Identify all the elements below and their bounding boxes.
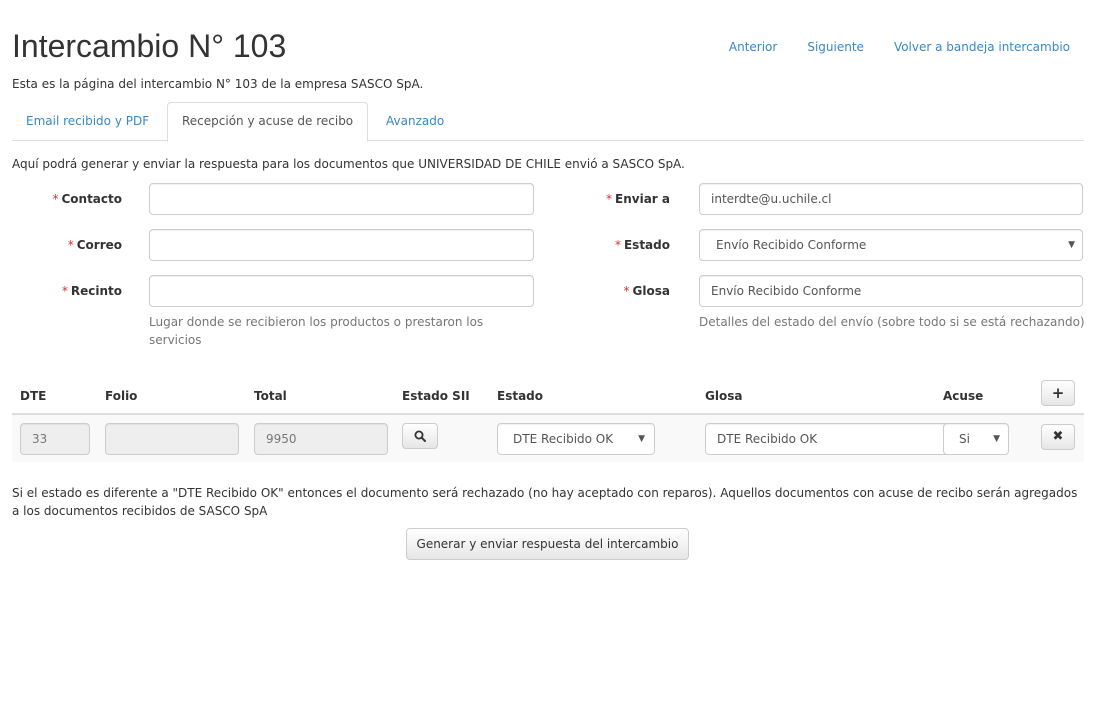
estado-select-value: Envío Recibido Conforme bbox=[716, 238, 867, 252]
times-icon: ✖ bbox=[1052, 429, 1064, 444]
col-glosa: Glosa bbox=[705, 389, 743, 403]
recinto-input[interactable] bbox=[149, 275, 534, 307]
row-dte-input: 33 bbox=[20, 423, 90, 455]
required-marker: * bbox=[61, 284, 68, 298]
estado-label-text: Estado bbox=[623, 238, 670, 252]
glosa-label-text: Glosa bbox=[632, 284, 670, 298]
caret-down-icon: ▼ bbox=[1068, 240, 1075, 250]
correo-input[interactable] bbox=[149, 229, 534, 261]
required-marker: * bbox=[623, 284, 630, 298]
page-title: Intercambio N° 103 bbox=[12, 28, 287, 64]
page: Intercambio N° 103 Anterior Siguiente Vo… bbox=[12, 0, 1085, 720]
required-marker: * bbox=[606, 192, 613, 206]
caret-down-icon: ▼ bbox=[638, 434, 645, 444]
recinto-label-text: Recinto bbox=[70, 284, 122, 298]
caret-down-icon: ▼ bbox=[993, 434, 1000, 444]
table-row: 33 9950 DTE Recibido OK ▼ DTE Recibido O… bbox=[12, 415, 1084, 462]
row-total-input: 9950 bbox=[254, 423, 388, 455]
row-folio-input bbox=[105, 423, 239, 455]
estado-label: * Estado bbox=[560, 229, 670, 261]
tab-bar: Email recibido y PDF Recepción y acuse d… bbox=[12, 102, 1084, 142]
plus-icon: + bbox=[1051, 384, 1065, 402]
page-subtitle: Esta es la página del intercambio N° 103… bbox=[12, 77, 424, 91]
enviar-a-label: * Enviar a bbox=[560, 183, 670, 215]
correo-label-text: Correo bbox=[76, 238, 122, 252]
required-marker: * bbox=[52, 192, 59, 206]
required-marker: * bbox=[614, 238, 621, 252]
correo-label: * Correo bbox=[12, 229, 122, 261]
row-estado-select[interactable]: DTE Recibido OK ▼ bbox=[497, 423, 655, 455]
next-link[interactable]: Siguiente bbox=[807, 39, 864, 55]
add-row-button[interactable]: + bbox=[1041, 380, 1075, 406]
row-glosa-input[interactable]: DTE Recibido OK bbox=[705, 423, 957, 455]
contacto-label: * Contacto bbox=[12, 183, 122, 215]
tab-recepcion-acuse[interactable]: Recepción y acuse de recibo bbox=[167, 102, 369, 142]
glosa-input[interactable]: Envío Recibido Conforme bbox=[699, 275, 1083, 307]
tab-email-pdf[interactable]: Email recibido y PDF bbox=[12, 102, 163, 141]
required-marker: * bbox=[67, 238, 74, 252]
estado-select[interactable]: Envío Recibido Conforme ▼ bbox=[699, 229, 1083, 261]
tab-avanzado[interactable]: Avanzado bbox=[372, 102, 458, 141]
contacto-input[interactable] bbox=[149, 183, 534, 215]
enviar-a-input[interactable]: interdte@u.uchile.cl bbox=[699, 183, 1083, 215]
recinto-help: Lugar donde se recibieron los productos … bbox=[149, 315, 484, 347]
rejection-note: Si el estado es diferente a "DTE Recibid… bbox=[12, 486, 1078, 518]
header-links: Anterior Siguiente Volver a bandeja inte… bbox=[729, 39, 1070, 55]
col-acuse: Acuse bbox=[943, 389, 984, 403]
col-estado-sii: Estado SII bbox=[402, 389, 470, 403]
remove-row-button[interactable]: ✖ bbox=[1041, 424, 1075, 450]
contacto-label-text: Contacto bbox=[61, 192, 122, 206]
search-icon bbox=[414, 430, 426, 442]
col-estado: Estado bbox=[497, 389, 544, 403]
intro-text: Aquí podrá generar y enviar la respuesta… bbox=[12, 157, 685, 171]
col-total: Total bbox=[254, 389, 287, 403]
glosa-help: Detalles del estado del envío (sobre tod… bbox=[699, 315, 1085, 329]
enviar-a-label-text: Enviar a bbox=[615, 192, 670, 206]
generate-send-response-button[interactable]: Generar y enviar respuesta del intercamb… bbox=[406, 528, 689, 560]
recinto-label: * Recinto bbox=[12, 275, 122, 307]
back-to-inbox-link[interactable]: Volver a bandeja intercambio bbox=[894, 39, 1070, 55]
col-folio: Folio bbox=[105, 389, 138, 403]
row-estado-select-value: DTE Recibido OK bbox=[513, 432, 614, 446]
previous-link[interactable]: Anterior bbox=[729, 39, 777, 55]
row-acuse-select-value: Si bbox=[959, 432, 970, 446]
estado-sii-search-button[interactable] bbox=[402, 423, 438, 449]
col-dte: DTE bbox=[20, 389, 47, 403]
glosa-label: * Glosa bbox=[560, 275, 670, 307]
row-acuse-select[interactable]: Si ▼ bbox=[943, 423, 1009, 455]
